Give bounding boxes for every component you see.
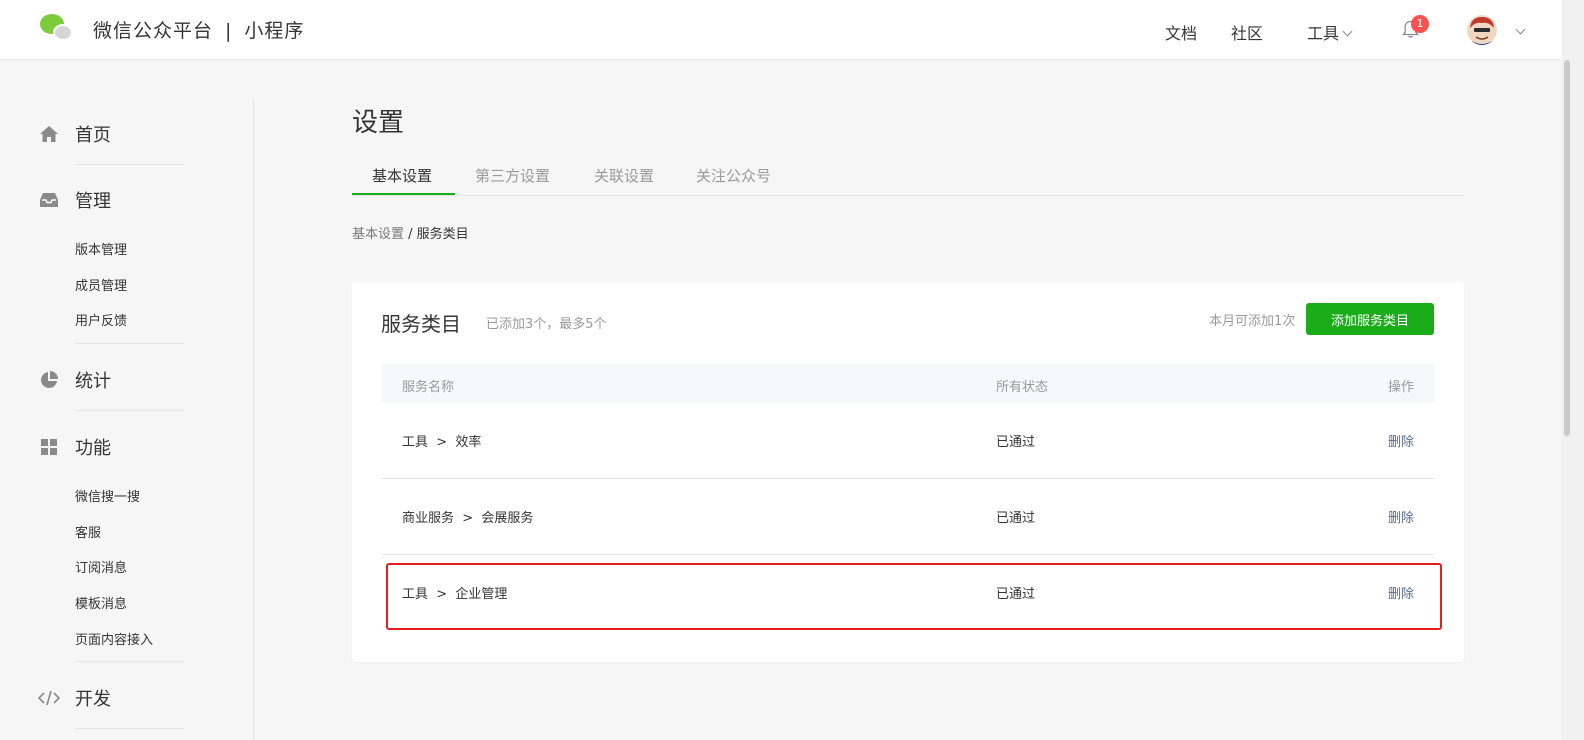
sidebar-item-subscribe-message[interactable]: 订阅消息 xyxy=(75,557,127,576)
sidebar-item-develop[interactable]: 开发 xyxy=(38,685,111,711)
tab-follow-official-account[interactable]: 关注公众号 xyxy=(696,165,771,186)
breadcrumb: 基本设置 / 服务类目 xyxy=(352,223,469,242)
sidebar-item-wechat-search[interactable]: 微信搜一搜 xyxy=(75,486,140,505)
sidebar-item-manage[interactable]: 管理 xyxy=(38,187,111,213)
sidebar-divider xyxy=(75,661,184,662)
sidebar-item-user-feedback[interactable]: 用户反馈 xyxy=(75,310,127,329)
service-name: 工具 > 效率 xyxy=(402,435,482,450)
delete-link[interactable]: 删除 xyxy=(1388,431,1414,450)
service-category-card: 服务类目 已添加3个，最多5个 本月可添加1次 添加服务类目 服务名称 所有状态… xyxy=(352,282,1464,662)
notification-badge: 1 xyxy=(1411,15,1429,33)
sidebar-divider xyxy=(75,164,184,165)
tab-basic-settings[interactable]: 基本设置 xyxy=(372,165,432,186)
column-header-name: 服务名称 xyxy=(402,380,455,395)
avatar-image-icon xyxy=(1467,15,1497,45)
sidebar-divider xyxy=(75,410,184,411)
sidebar-item-member-manage[interactable]: 成员管理 xyxy=(75,275,127,294)
breadcrumb-current: 服务类目 xyxy=(416,227,469,242)
active-tab-indicator xyxy=(352,193,455,195)
sidebar-item-stats[interactable]: 统计 xyxy=(38,367,111,393)
sidebar-item-features[interactable]: 功能 xyxy=(38,434,111,460)
delete-link[interactable]: 删除 xyxy=(1388,583,1414,602)
table-header: 服务名称 所有状态 操作 xyxy=(382,364,1434,403)
add-service-category-button[interactable]: 添加服务类目 xyxy=(1306,303,1434,335)
avatar[interactable] xyxy=(1467,15,1497,45)
wechat-logo-icon xyxy=(38,14,74,44)
column-header-action: 操作 xyxy=(1387,380,1414,395)
nav-community[interactable]: 社区 xyxy=(1231,20,1263,44)
brand-title: 微信公众平台 | 小程序 xyxy=(93,16,304,43)
sidebar-item-version-manage[interactable]: 版本管理 xyxy=(75,239,127,258)
account-dropdown-chevron[interactable] xyxy=(1512,22,1526,41)
table-row: 工具 > 企业管理 已通过 删除 xyxy=(382,555,1434,631)
chevron-down-icon xyxy=(1342,26,1353,37)
delete-link[interactable]: 删除 xyxy=(1388,507,1414,526)
sidebar-divider xyxy=(75,728,184,729)
scrollbar-thumb[interactable] xyxy=(1564,60,1570,436)
tab-third-party-settings[interactable]: 第三方设置 xyxy=(475,165,550,186)
monthly-limit-note: 本月可添加1次 xyxy=(1209,314,1296,329)
brand[interactable]: 微信公众平台 | 小程序 xyxy=(38,14,304,44)
brand-separator: | xyxy=(225,19,233,42)
nav-tools-dropdown[interactable]: 工具 xyxy=(1307,20,1353,44)
table-row: 工具 > 效率 已通过 删除 xyxy=(382,403,1434,479)
service-status: 已通过 xyxy=(996,511,1036,526)
sidebar-item-label: 开发 xyxy=(75,689,111,710)
inbox-icon xyxy=(38,189,60,211)
table-row: 商业服务 > 会展服务 已通过 删除 xyxy=(382,479,1434,555)
page-title: 设置 xyxy=(352,108,405,138)
pie-chart-icon xyxy=(38,369,60,391)
service-status: 已通过 xyxy=(996,587,1036,602)
card-title: 服务类目 xyxy=(381,312,461,336)
nav-docs[interactable]: 文档 xyxy=(1165,20,1197,44)
sidebar-item-label: 首页 xyxy=(75,125,111,146)
product-name: 小程序 xyxy=(244,19,305,42)
sidebar-divider xyxy=(75,343,184,344)
nav-tools-label: 工具 xyxy=(1307,24,1340,43)
sidebar-item-page-content[interactable]: 页面内容接入 xyxy=(75,629,153,648)
sidebar-item-home[interactable]: 首页 xyxy=(38,121,111,147)
home-icon xyxy=(38,123,60,145)
service-name: 工具 > 企业管理 xyxy=(402,587,508,602)
breadcrumb-separator: / xyxy=(404,227,417,242)
sidebar-item-label: 统计 xyxy=(75,371,111,392)
sidebar-item-label: 管理 xyxy=(75,191,111,212)
sidebar-item-template-message[interactable]: 模板消息 xyxy=(75,593,127,612)
settings-tabs: 基本设置 第三方设置 关联设置 关注公众号 xyxy=(352,155,1464,196)
tab-association-settings[interactable]: 关联设置 xyxy=(594,165,654,186)
grid-icon xyxy=(38,436,60,458)
card-subtitle: 已添加3个，最多5个 xyxy=(486,317,607,332)
app-name: 微信公众平台 xyxy=(93,19,214,42)
breadcrumb-parent[interactable]: 基本设置 xyxy=(352,227,404,242)
top-bar: 微信公众平台 | 小程序 文档 社区 工具 1 xyxy=(0,0,1562,59)
column-header-status-filter[interactable]: 所有状态 xyxy=(996,376,1048,395)
service-status: 已通过 xyxy=(996,435,1036,450)
service-name: 商业服务 > 会展服务 xyxy=(402,511,534,526)
code-icon xyxy=(38,687,60,709)
sidebar-item-customer-service[interactable]: 客服 xyxy=(75,522,101,541)
chevron-down-icon xyxy=(1515,24,1526,35)
sidebar-item-label: 功能 xyxy=(75,438,111,459)
